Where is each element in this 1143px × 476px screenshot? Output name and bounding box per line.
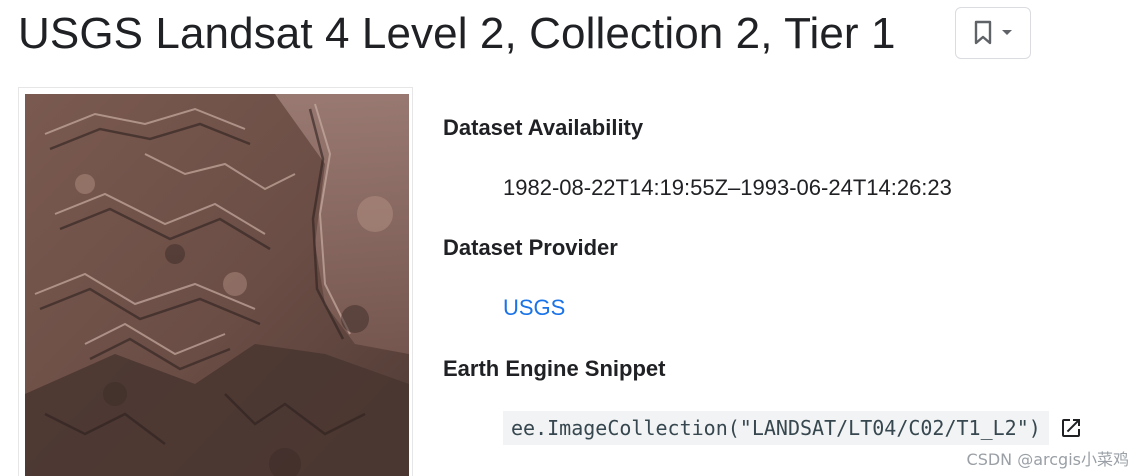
dataset-thumbnail-frame <box>18 87 413 476</box>
bookmark-icon <box>972 20 994 46</box>
arrow-drop-down-icon <box>1000 28 1014 38</box>
provider-label: Dataset Provider <box>443 235 618 260</box>
provider-link[interactable]: USGS <box>503 295 565 320</box>
availability-label: Dataset Availability <box>443 115 644 140</box>
snippet-label: Earth Engine Snippet <box>443 356 666 381</box>
snippet-row: ee.ImageCollection("LANDSAT/LT04/C02/T1_… <box>503 411 1085 445</box>
dataset-thumbnail-image <box>25 94 409 476</box>
snippet-code[interactable]: ee.ImageCollection("LANDSAT/LT04/C02/T1_… <box>503 411 1049 445</box>
open-in-new-icon[interactable] <box>1057 414 1085 442</box>
title-row: USGS Landsat 4 Level 2, Collection 2, Ti… <box>18 4 896 64</box>
availability-value: 1982-08-22T14:19:55Z–1993-06-24T14:26:23 <box>503 175 952 200</box>
watermark: CSDN @arcgis小菜鸡 <box>966 450 1129 469</box>
dataset-page: USGS Landsat 4 Level 2, Collection 2, Ti… <box>0 0 1143 476</box>
bookmark-button[interactable] <box>955 7 1031 59</box>
page-title: USGS Landsat 4 Level 2, Collection 2, Ti… <box>18 9 896 58</box>
